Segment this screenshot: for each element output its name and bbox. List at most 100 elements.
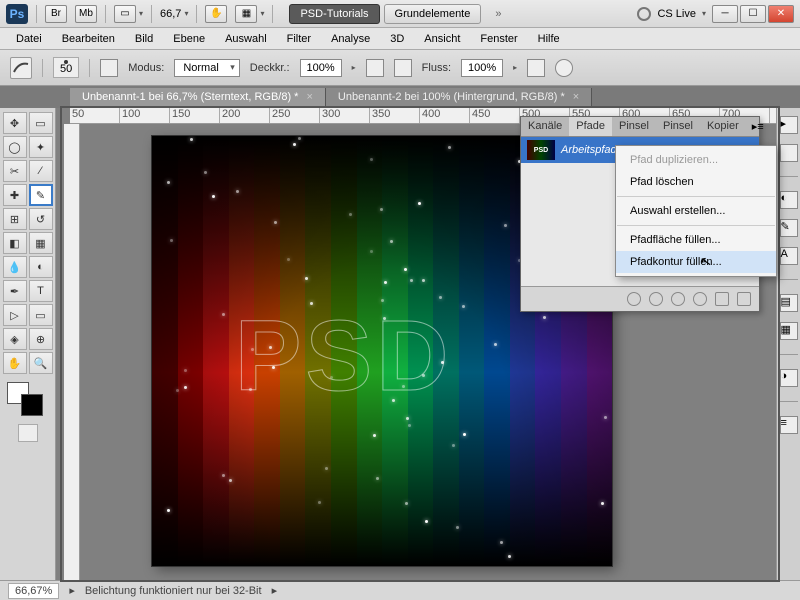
vertical-ruler[interactable]	[64, 124, 80, 580]
options-bar: 50 Modus: Normal Deckkr.: 100%▸ Fluss: 1…	[0, 50, 800, 86]
menu-3d[interactable]: 3D	[382, 30, 412, 48]
arrange-dropdown[interactable]: ▦▾	[235, 5, 264, 23]
menu-ebene[interactable]: Ebene	[165, 30, 213, 48]
psd-text-path: PSD	[235, 299, 529, 437]
menu-pfadkontur-fuellen[interactable]: Pfadkontur füllen...	[616, 251, 776, 273]
tool-3d-camera[interactable]: ⊕	[29, 328, 53, 350]
tool-history-brush[interactable]: ↺	[29, 208, 53, 230]
menu-ansicht[interactable]: Ansicht	[416, 30, 468, 48]
tool-eyedropper[interactable]: ⁄	[29, 160, 53, 182]
menu-auswahl-erstellen[interactable]: Auswahl erstellen...	[616, 200, 776, 222]
paths-panel-footer	[521, 287, 759, 311]
status-zoom[interactable]: 66,67%	[8, 583, 59, 599]
delete-path-icon[interactable]	[737, 292, 751, 306]
tool-type[interactable]: T	[29, 280, 53, 302]
menu-filter[interactable]: Filter	[279, 30, 319, 48]
menu-auswahl[interactable]: Auswahl	[217, 30, 275, 48]
tool-blur[interactable]: 💧	[3, 256, 27, 278]
panel-icon[interactable]: ▸	[780, 116, 798, 134]
menu-datei[interactable]: Datei	[8, 30, 50, 48]
tool-gradient[interactable]: ▦	[29, 232, 53, 254]
new-path-icon[interactable]	[715, 292, 729, 306]
tool-dodge[interactable]: ◐	[29, 256, 53, 278]
panel-icon[interactable]: A	[780, 247, 798, 265]
tab-kopier[interactable]: Kopier	[700, 117, 746, 136]
path-label: Arbeitspfad	[561, 144, 617, 156]
tab-pinsel[interactable]: Pinsel	[612, 117, 656, 136]
hand-icon[interactable]: ✋	[205, 5, 227, 23]
window-maximize-button[interactable]: ☐	[740, 5, 766, 23]
tool-marquee[interactable]: ▭	[29, 112, 53, 134]
selection-to-path-icon[interactable]	[693, 292, 707, 306]
tool-move[interactable]: ✥	[3, 112, 27, 134]
window-close-button[interactable]: ✕	[768, 5, 794, 23]
tool-zoom[interactable]: 🔍	[29, 352, 53, 374]
bridge-button[interactable]: Br	[45, 5, 67, 23]
stroke-path-icon[interactable]	[649, 292, 663, 306]
close-icon[interactable]: ×	[306, 91, 312, 103]
menu-fenster[interactable]: Fenster	[472, 30, 525, 48]
background-color[interactable]	[21, 394, 43, 416]
menu-pfad-loeschen[interactable]: Pfad löschen	[616, 171, 776, 193]
fill-path-icon[interactable]	[627, 292, 641, 306]
more-workspaces-icon[interactable]: »	[495, 8, 501, 20]
tool-wand[interactable]: ✦	[29, 136, 53, 158]
tool-eraser[interactable]: ◧	[3, 232, 27, 254]
workspace-tab-psd-tutorials[interactable]: PSD-Tutorials	[289, 4, 379, 24]
menu-bild[interactable]: Bild	[127, 30, 161, 48]
document-tab-2[interactable]: Unbenannt-2 bei 100% (Hintergrund, RGB/8…	[326, 88, 592, 106]
tool-hand[interactable]: ✋	[3, 352, 27, 374]
panel-icon[interactable]: ◐	[780, 191, 798, 209]
mode-label: Modus:	[128, 62, 164, 74]
window-minimize-button[interactable]: ─	[712, 5, 738, 23]
panel-flyout-icon[interactable]: ▸≡	[746, 117, 770, 136]
close-icon[interactable]: ×	[573, 91, 579, 103]
tool-lasso[interactable]: ◯	[3, 136, 27, 158]
panel-icon[interactable]	[780, 144, 798, 162]
zoom-dropdown[interactable]: 66,7▾	[160, 8, 188, 20]
opacity-input[interactable]: 100%	[300, 59, 342, 77]
tool-crop[interactable]: ✂	[3, 160, 27, 182]
document-tab-1[interactable]: Unbenannt-1 bei 66,7% (Sterntext, RGB/8)…	[70, 88, 326, 106]
tool-3d[interactable]: ◈	[3, 328, 27, 350]
cslive-label[interactable]: CS Live	[657, 8, 696, 20]
target-icon[interactable]	[555, 59, 573, 77]
tool-shape[interactable]: ▭	[29, 304, 53, 326]
tool-pen[interactable]: ✒	[3, 280, 27, 302]
tool-brush[interactable]: ✎	[29, 184, 53, 206]
app-logo: Ps	[6, 4, 28, 24]
title-bar: Ps Br Mb ▭▾ 66,7▾ ✋ ▦▾ PSD-Tutorials Gru…	[0, 0, 800, 28]
menu-hilfe[interactable]: Hilfe	[530, 30, 568, 48]
tool-path-select[interactable]: ▷	[3, 304, 27, 326]
quickmask-toggle[interactable]	[3, 424, 53, 442]
tab-kanaele[interactable]: Kanäle	[521, 117, 569, 136]
tool-stamp[interactable]: ⊞	[3, 208, 27, 230]
screen-mode-dropdown[interactable]: ▭▾	[114, 5, 143, 23]
menu-analyse[interactable]: Analyse	[323, 30, 378, 48]
tab-pinsel-2[interactable]: Pinsel	[656, 117, 700, 136]
menu-pfad-duplizieren: Pfad duplizieren...	[616, 149, 776, 171]
panel-icon[interactable]: ▤	[780, 294, 798, 312]
workspace-tab-grundelemente[interactable]: Grundelemente	[384, 4, 482, 24]
tablet-opacity-icon[interactable]	[366, 59, 384, 77]
blend-mode-dropdown[interactable]: Normal	[174, 59, 239, 77]
flow-input[interactable]: 100%	[461, 59, 503, 77]
panel-icon[interactable]: ✎	[780, 219, 798, 237]
path-to-selection-icon[interactable]	[671, 292, 685, 306]
document-tabs: Unbenannt-1 bei 66,7% (Sterntext, RGB/8)…	[0, 86, 800, 108]
panel-icon[interactable]: ◑	[780, 369, 798, 387]
brush-size-value: 50	[60, 64, 72, 75]
menu-pfadflaeche-fuellen[interactable]: Pfadfläche füllen...	[616, 229, 776, 251]
airbrush-icon[interactable]	[394, 59, 412, 77]
current-tool-icon[interactable]	[10, 57, 32, 79]
color-swatches[interactable]	[3, 382, 53, 418]
panel-icon[interactable]: ≡	[780, 416, 798, 434]
tool-heal[interactable]: ✚	[3, 184, 27, 206]
panel-icon[interactable]: ▦	[780, 322, 798, 340]
brush-panel-toggle[interactable]	[100, 59, 118, 77]
minibridge-button[interactable]: Mb	[75, 5, 97, 23]
menu-bearbeiten[interactable]: Bearbeiten	[54, 30, 123, 48]
brush-preset-picker[interactable]: 50	[53, 57, 79, 78]
tablet-size-icon[interactable]	[527, 59, 545, 77]
tab-pfade[interactable]: Pfade	[569, 117, 612, 136]
